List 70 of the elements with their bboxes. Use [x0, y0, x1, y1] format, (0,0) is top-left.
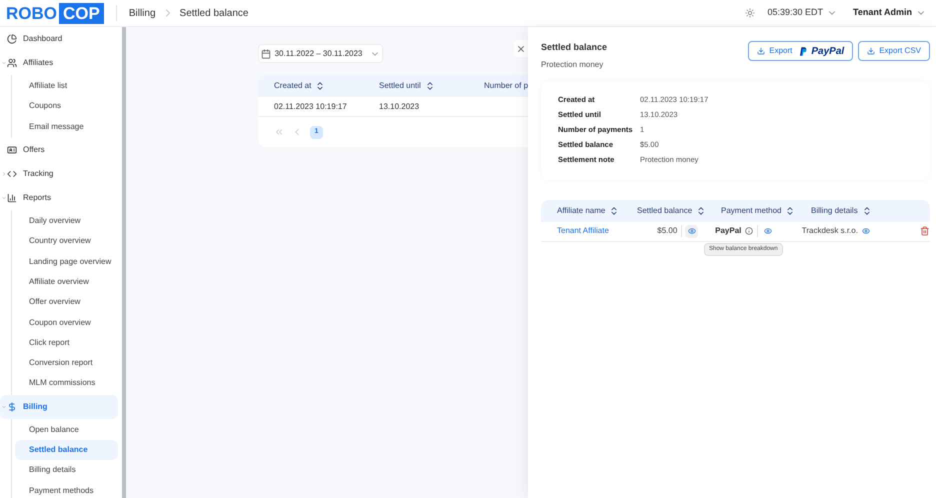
view-icon[interactable] [764, 227, 772, 235]
sidebar-subitem[interactable]: Billing details [15, 460, 118, 480]
show-breakdown-button[interactable] [685, 224, 698, 238]
paypal-p-icon [800, 46, 808, 56]
calendar-icon [260, 48, 271, 58]
sidebar-item[interactable]: Tracking [0, 162, 118, 186]
export-csv-button[interactable]: Export CSV [858, 41, 930, 61]
sort-icon[interactable] [315, 81, 326, 91]
sort-icon[interactable] [696, 206, 706, 216]
breadcrumb[interactable]: Billing [128, 6, 156, 20]
sidebar-item[interactable]: Affiliates [0, 51, 118, 75]
sidebar-item[interactable]: Dashboard [0, 27, 118, 51]
column-header[interactable]: Number of p [484, 80, 528, 92]
sidebar-item[interactable]: Reports [0, 186, 118, 210]
sidebar-subitem[interactable]: Email message [15, 116, 118, 137]
sidebar-subitem[interactable]: Affiliate list [15, 76, 118, 96]
sidebar-subitem[interactable]: Coupon overview [15, 312, 118, 333]
sidebar-subitem[interactable]: MLM commissions [15, 373, 118, 394]
id-card-icon [7, 144, 17, 155]
sidebar-subitem[interactable]: Payment methods [15, 480, 118, 498]
bar-chart-icon [7, 192, 17, 203]
column-header[interactable]: Created at [274, 80, 379, 92]
sidebar-subitem[interactable]: Click report [15, 332, 118, 353]
sidebar-subitem[interactable]: Offer overview [15, 292, 118, 312]
logo[interactable]: ROBO COP [4, 2, 104, 24]
column-header[interactable]: Affiliate name [541, 204, 637, 216]
sidebar-subitem[interactable]: Affiliate overview [15, 272, 118, 292]
table-cell-text: 02.11.2023 10:19:17 [274, 100, 348, 112]
sidebar-subitem[interactable]: Open balance [15, 420, 118, 440]
user-menu[interactable]: Tenant Admin [853, 6, 926, 20]
info-icon[interactable] [745, 227, 754, 235]
people-icon [7, 58, 17, 68]
download-icon [757, 47, 766, 55]
column-header[interactable]: Payment method [721, 204, 811, 216]
column-header[interactable]: Settled balance [637, 204, 721, 216]
pie-chart-icon [7, 34, 17, 44]
sidebar-subitem[interactable]: Settled balance [15, 440, 118, 460]
download-icon [867, 47, 876, 55]
column-header[interactable]: Billing details [811, 204, 901, 216]
view-icon[interactable] [862, 227, 870, 235]
sort-icon[interactable] [785, 206, 796, 216]
column-header[interactable]: Settled until [379, 80, 484, 92]
sidebar-item[interactable]: Billing [0, 394, 118, 419]
sidebar-subitem[interactable]: Conversion report [15, 352, 118, 374]
date-range-picker[interactable]: 30.11.2022 – 30.11.2023 [258, 44, 383, 63]
table-cell: Trackdesk s.r.o. [802, 225, 858, 237]
table-cell: $5.00 [634, 225, 682, 237]
table-cell: PayPal [715, 225, 742, 237]
affiliate-link[interactable]: Tenant Affiliate [541, 225, 634, 237]
eye-icon [688, 227, 696, 235]
drawer-title: Settled balance [541, 41, 608, 54]
sort-icon[interactable] [609, 206, 620, 216]
sidebar-subitem[interactable]: Landing page overview [15, 251, 118, 272]
sort-icon[interactable] [424, 81, 435, 91]
sun-icon[interactable] [745, 8, 756, 18]
close-button[interactable] [514, 40, 528, 57]
code-icon [7, 168, 17, 179]
table-cell-text: 13.10.2023 [379, 100, 420, 112]
delete-icon[interactable] [920, 226, 930, 236]
breadcrumb[interactable]: Settled balance [180, 6, 248, 20]
drawer-subtitle: Protection money [541, 58, 604, 70]
export-paypal-button[interactable]: Export PayPal [748, 41, 854, 61]
sidebar-item[interactable]: Offers [0, 138, 118, 162]
sidebar-subitem[interactable]: Country overview [15, 231, 118, 252]
sort-icon[interactable] [862, 206, 872, 216]
sidebar-subitem[interactable]: Daily overview [15, 210, 118, 232]
dollar-icon [7, 402, 17, 412]
time-zone-dropdown[interactable]: 05:39:30 EDT [767, 6, 837, 20]
close-icon [516, 44, 526, 54]
sidebar-subitem[interactable]: Coupons [15, 96, 118, 117]
